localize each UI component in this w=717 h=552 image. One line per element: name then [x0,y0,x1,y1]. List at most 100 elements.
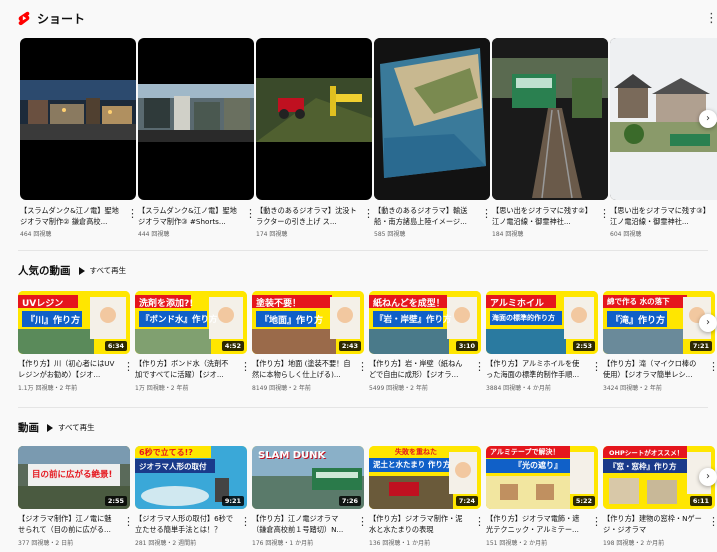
short-views: 174 回視聴 [256,231,288,238]
video-meta: 1万 回視聴・2 年前 [135,385,189,392]
video-title[interactable]: 【作り方】ジオラマ制作・泥水と水たまりの表現 [369,514,469,535]
popular-next-icon[interactable]: › [699,314,717,332]
short-thumbnail[interactable] [374,38,490,200]
videos-play-all-button[interactable]: すべて再生 [47,422,95,433]
video-title[interactable]: 【作り方】アルミホイルを使った海面の標準的制作手順... [486,359,586,380]
thumb-main-text: 泥土と水たまり 作り方 [373,460,451,469]
short-item[interactable]: 【思い出をジオラマに残す②】江ノ電沿線・御霊神社... 184 回視聴 ⋮ [492,38,610,238]
video-thumbnail[interactable]: 目の前に広がる絶景! 2:55 [18,446,130,509]
video-menu-icon[interactable]: ⋮ [123,360,134,373]
thumb-badge: UVレジン [22,299,64,309]
video-thumbnail[interactable]: アルミホイル 海面の標準的作り方 2:53 [486,291,598,354]
video-thumbnail[interactable]: 6秒で立てる!? ジオラマ人形の取付 9:21 [135,446,247,509]
video-thumbnail[interactable]: 失敗を重ねた 泥土と水たまり 作り方 7:24 [369,446,481,509]
play-icon [78,266,85,275]
video-item[interactable]: SLAM DUNK 7:26 【作り方】江ノ電ジオラマ（鎌倉高校前１号踏切）N.… [252,446,368,547]
short-title[interactable]: 【思い出をジオラマに残す②】江ノ電沿線・御霊神社... [492,206,596,227]
shorts-header: ショート [18,9,85,27]
video-meta: 1.1万 回視聴・2 年前 [18,385,78,392]
short-title[interactable]: 【思い出をジオラマに残す③】江ノ電沿線・御霊神社... [610,206,714,227]
thumb-main-text: 『滝』作り方 [611,316,666,326]
video-thumbnail[interactable]: SLAM DUNK 7:26 [252,446,364,509]
video-title[interactable]: 【ジオラマ制作】江ノ電に魅せられて（目の前に広がる... [18,514,118,535]
video-menu-icon[interactable]: ⋮ [591,515,602,528]
video-title[interactable]: 【作り方】地面 (塗装不要！自然に本物らしく仕上げる)... [252,359,352,380]
shorts-next-icon[interactable]: › [699,110,717,128]
shorts-logo-icon [18,11,30,25]
short-menu-icon[interactable]: ⋮ [245,207,256,220]
video-title[interactable]: 【作り方】ジオラマ電飾・遮光テクニック・アルミテー... [486,514,586,535]
short-item[interactable]: 【思い出をジオラマに残す③】江ノ電沿線・御霊神社... 604 回視聴 ⋮ [610,38,717,238]
short-item[interactable]: 【スラムダンク&江ノ電】聖地ジオラマ制作③ #Shorts... 444 回視聴… [138,38,256,238]
video-item[interactable]: 塗装不要！ 『地面』作り方 2:43 【作り方】地面 (塗装不要！自然に本物らし… [252,291,368,392]
short-title[interactable]: 【スラムダンク&江ノ電】聖地ジオラマ制作③ #Shorts... [138,206,242,227]
video-thumbnail[interactable]: UVレジン 『川』作り方 6:34 [18,291,130,354]
video-item[interactable]: 目の前に広がる絶景! 2:55 【ジオラマ制作】江ノ電に魅せられて（目の前に広が… [18,446,134,547]
short-title[interactable]: 【動きのあるジオラマ】沈没トラクターの引き上げ ス... [256,206,360,227]
video-item[interactable]: 洗剤を添加?! 『ボンド水』作り方 4:52 【作り方】ボンド水（洗剤不加ですべ… [135,291,251,392]
video-title[interactable]: 【作り方】江ノ電ジオラマ（鎌倉高校前１号踏切）N... [252,514,352,535]
thumb-main-text: 海面の標準的作り方 [492,314,555,322]
video-item[interactable]: 紙ねんどを成型！ 『岩・岸壁』作り方 3:10 【作り方】岩・岸壁（紙ねんどで自… [369,291,485,392]
video-item[interactable]: UVレジン 『川』作り方 6:34 【作り方】川（初心者にはUVレジンがお勧め）… [18,291,134,392]
short-menu-icon[interactable]: ⋮ [599,207,610,220]
short-menu-icon[interactable]: ⋮ [363,207,374,220]
video-menu-icon[interactable]: ⋮ [708,515,717,528]
thumb-main-text: ジオラマ人形の取付 [139,462,207,471]
video-item[interactable]: OHPシートがオススメ！ 『窓・窓枠』作り方 6:11 【作り方】建物の窓枠・N… [603,446,717,547]
video-title[interactable]: 【ジオラマ人形の取付】6秒で立たせる簡単手法とは！？ [135,514,235,535]
short-menu-icon[interactable]: ⋮ [127,207,138,220]
video-title[interactable]: 【作り方】建物の窓枠・Nゲージ・ジオラマ [603,514,703,535]
short-title[interactable]: 【スラムダンク&江ノ電】聖地ジオラマ制作② 鎌倉高校... [20,206,124,227]
short-thumbnail[interactable] [492,38,608,200]
video-title[interactable]: 【作り方】岩・岸壁（紙ねんどで自由に成形）【ジオラ... [369,359,469,380]
video-menu-icon[interactable]: ⋮ [240,360,251,373]
duration-badge: 2:55 [104,496,127,506]
video-thumbnail[interactable]: 洗剤を添加?! 『ボンド水』作り方 4:52 [135,291,247,354]
video-meta: 176 回視聴・1 か月前 [252,540,314,547]
video-item[interactable]: 綿で作る 水の落下 『滝』作り方 7:21 【作り方】滝（マイクロ棒の使用）【ジ… [603,291,717,392]
video-menu-icon[interactable]: ⋮ [357,515,368,528]
video-item[interactable]: 失敗を重ねた 泥土と水たまり 作り方 7:24 【作り方】ジオラマ制作・泥水と水… [369,446,485,547]
video-title[interactable]: 【作り方】滝（マイクロ棒の使用）【ジオラマ簡単レシ... [603,359,703,380]
short-views: 604 回視聴 [610,231,642,238]
duration-badge: 6:34 [104,341,127,351]
videos-next-icon[interactable]: › [699,468,717,486]
duration-badge: 5:22 [572,496,595,506]
video-title[interactable]: 【作り方】ボンド水（洗剤不加ですべてに活躍）【ジオ... [135,359,235,380]
popular-play-all-button[interactable]: すべて再生 [78,265,126,276]
thumb-badge: OHPシートがオススメ！ [609,449,684,457]
video-menu-icon[interactable]: ⋮ [708,360,717,373]
video-menu-icon[interactable]: ⋮ [357,360,368,373]
thumb-badge: 6秒で立てる!? [139,448,193,457]
short-views: 184 回視聴 [492,231,524,238]
play-icon [47,423,53,432]
video-thumbnail[interactable]: 紙ねんどを成型！ 『岩・岸壁』作り方 3:10 [369,291,481,354]
video-menu-icon[interactable]: ⋮ [591,360,602,373]
shorts-menu-icon[interactable]: ⋮ [705,12,717,25]
video-meta: 136 回視聴・1 か月前 [369,540,431,547]
short-item[interactable]: 【スラムダンク&江ノ電】聖地ジオラマ制作② 鎌倉高校... 464 回視聴 ⋮ [20,38,138,238]
video-thumbnail[interactable]: 塗装不要！ 『地面』作り方 2:43 [252,291,364,354]
short-thumbnail[interactable] [138,38,254,200]
duration-badge: 9:21 [221,496,244,506]
video-title[interactable]: 【作り方】川（初心者にはUVレジンがお勧め）【ジオ... [18,359,118,380]
video-menu-icon[interactable]: ⋮ [474,360,485,373]
short-item[interactable]: 【動きのあるジオラマ】輸送船・南方諸島上陸イメージ... 585 回視聴 ⋮ [374,38,492,238]
video-item[interactable]: アルミホイル 海面の標準的作り方 2:53 【作り方】アルミホイルを使った海面の… [486,291,602,392]
video-item[interactable]: アルミテープで解決！ 『光の遮り』 5:22 【作り方】ジオラマ電飾・遮光テクニ… [486,446,602,547]
video-meta: 3424 回視聴・2 年前 [603,385,662,392]
short-menu-icon[interactable]: ⋮ [481,207,492,220]
short-thumbnail[interactable] [20,38,136,200]
short-title[interactable]: 【動きのあるジオラマ】輸送船・南方諸島上陸イメージ... [374,206,478,227]
short-thumbnail[interactable] [256,38,372,200]
duration-badge: 7:26 [338,496,361,506]
video-menu-icon[interactable]: ⋮ [240,515,251,528]
video-menu-icon[interactable]: ⋮ [474,515,485,528]
video-meta: 281 回視聴・2 週間前 [135,540,197,547]
video-item[interactable]: 6秒で立てる!? ジオラマ人形の取付 9:21 【ジオラマ人形の取付】6秒で立た… [135,446,251,547]
short-item[interactable]: 【動きのあるジオラマ】沈没トラクターの引き上げ ス... 174 回視聴 ⋮ [256,38,374,238]
video-thumbnail[interactable]: アルミテープで解決！ 『光の遮り』 5:22 [486,446,598,509]
duration-badge: 2:43 [338,341,361,351]
video-menu-icon[interactable]: ⋮ [123,515,134,528]
